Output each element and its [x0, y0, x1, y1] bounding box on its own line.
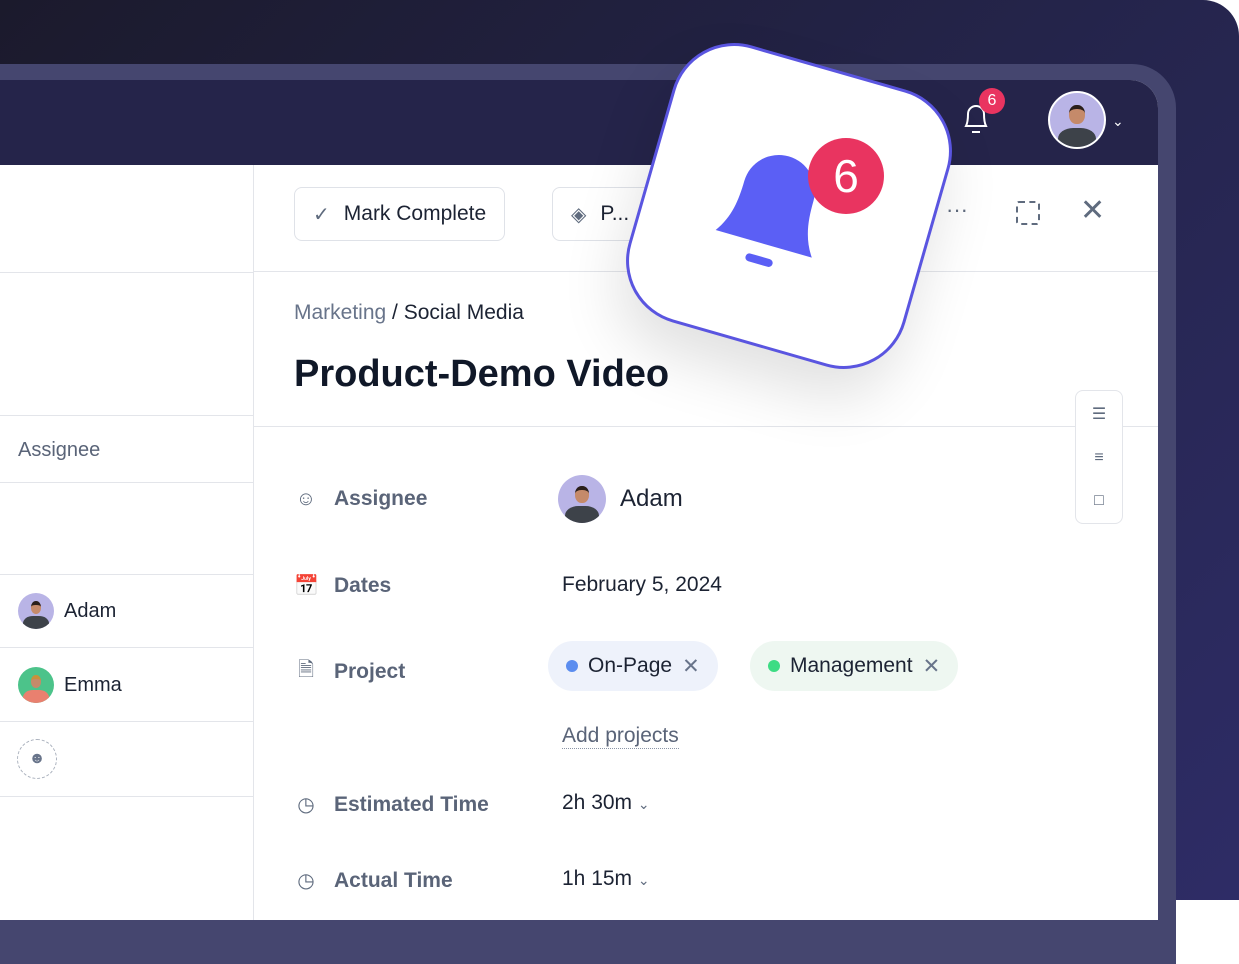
project-name: Management	[790, 654, 913, 677]
actual-time-select[interactable]: 1h 15m ⌄	[562, 867, 650, 891]
comment-icon[interactable]: □	[1094, 492, 1104, 510]
project-label-row: 🗎 Project	[294, 655, 405, 689]
project-tag[interactable]: Management ✕	[750, 641, 959, 691]
popup-notification-badge: 6	[808, 138, 884, 214]
unassigned-user-icon[interactable]: ☻	[17, 739, 57, 779]
avatar	[18, 593, 54, 629]
breadcrumb-child[interactable]: Social Media	[404, 301, 524, 324]
column-header-assignee: Assignee	[18, 439, 101, 461]
mark-complete-button[interactable]: ✓ Mark Complete	[294, 187, 506, 241]
remove-icon[interactable]: ✕	[682, 654, 700, 679]
dates-value[interactable]: February 5, 2024	[562, 573, 722, 597]
label: Project	[334, 660, 406, 683]
assignee-field-label: ☺ Assignee	[294, 487, 428, 511]
calendar-icon: 📅	[294, 575, 319, 597]
chevron-down-icon: ⌄	[637, 872, 650, 888]
top-bar: 6 ⌄	[0, 80, 1158, 165]
actual-label-row: ◷ Actual Time	[294, 868, 453, 893]
project-tag[interactable]: On-Page ✕	[548, 641, 718, 691]
project-color-dot	[566, 660, 578, 672]
assignee-avatar	[558, 475, 606, 523]
task-title[interactable]: Product-Demo Video	[294, 353, 669, 396]
breadcrumb-parent[interactable]: Marketing	[294, 301, 386, 324]
estimated-value: 2h 30m	[562, 791, 633, 814]
assignee-name: Adam	[64, 600, 117, 622]
align-left-icon[interactable]: ≡	[1094, 449, 1103, 467]
clock-check-icon: ◷	[297, 794, 315, 816]
button-label: P...	[600, 202, 630, 225]
add-projects-link[interactable]: Add projects	[562, 724, 679, 749]
notification-badge: 6	[979, 88, 1005, 114]
project-color-dot	[768, 660, 780, 672]
label: Assignee	[334, 487, 428, 510]
list-icon[interactable]: ☰	[1092, 404, 1106, 424]
estimated-time-select[interactable]: 2h 30m ⌄	[562, 791, 650, 815]
mark-complete-label: Mark Complete	[343, 202, 487, 225]
estimated-label-row: ◷ Estimated Time	[294, 792, 489, 817]
user-icon: ☺	[295, 487, 317, 510]
user-avatar[interactable]	[1048, 91, 1106, 149]
check-circle-icon: ✓	[313, 203, 330, 226]
clock-icon: ◷	[297, 870, 315, 892]
assignee-value[interactable]: Adam	[620, 485, 683, 513]
chevron-down-icon: ⌄	[637, 796, 650, 812]
close-icon[interactable]: ✕	[1080, 193, 1105, 228]
label: Dates	[334, 573, 392, 597]
avatar	[18, 667, 54, 703]
document-icon: 🗎	[297, 659, 315, 681]
task-list-panel: Assignee Adam Emma ☻	[0, 165, 254, 920]
app-window: 6 ⌄ Assignee Adam Emma ☻ ✓ Mark Complete …	[0, 80, 1158, 920]
label: Estimated Time	[334, 792, 489, 816]
breadcrumb: Marketing / Social Media	[294, 301, 524, 325]
label: Actual Time	[334, 868, 453, 892]
actual-value: 1h 15m	[562, 867, 633, 890]
assignee-name: Emma	[64, 674, 122, 696]
dates-label-row: 📅 Dates	[294, 573, 391, 598]
chevron-down-icon[interactable]: ⌄	[1112, 113, 1124, 130]
remove-icon[interactable]: ✕	[923, 654, 941, 679]
project-name: On-Page	[588, 654, 673, 677]
fullscreen-icon[interactable]	[1016, 201, 1040, 225]
side-toolbar: ☰ ≡ □	[1075, 390, 1123, 524]
more-icon[interactable]: ···	[946, 197, 968, 223]
breadcrumb-separator: /	[386, 301, 404, 324]
diamond-plus-icon: ◈	[571, 203, 587, 226]
